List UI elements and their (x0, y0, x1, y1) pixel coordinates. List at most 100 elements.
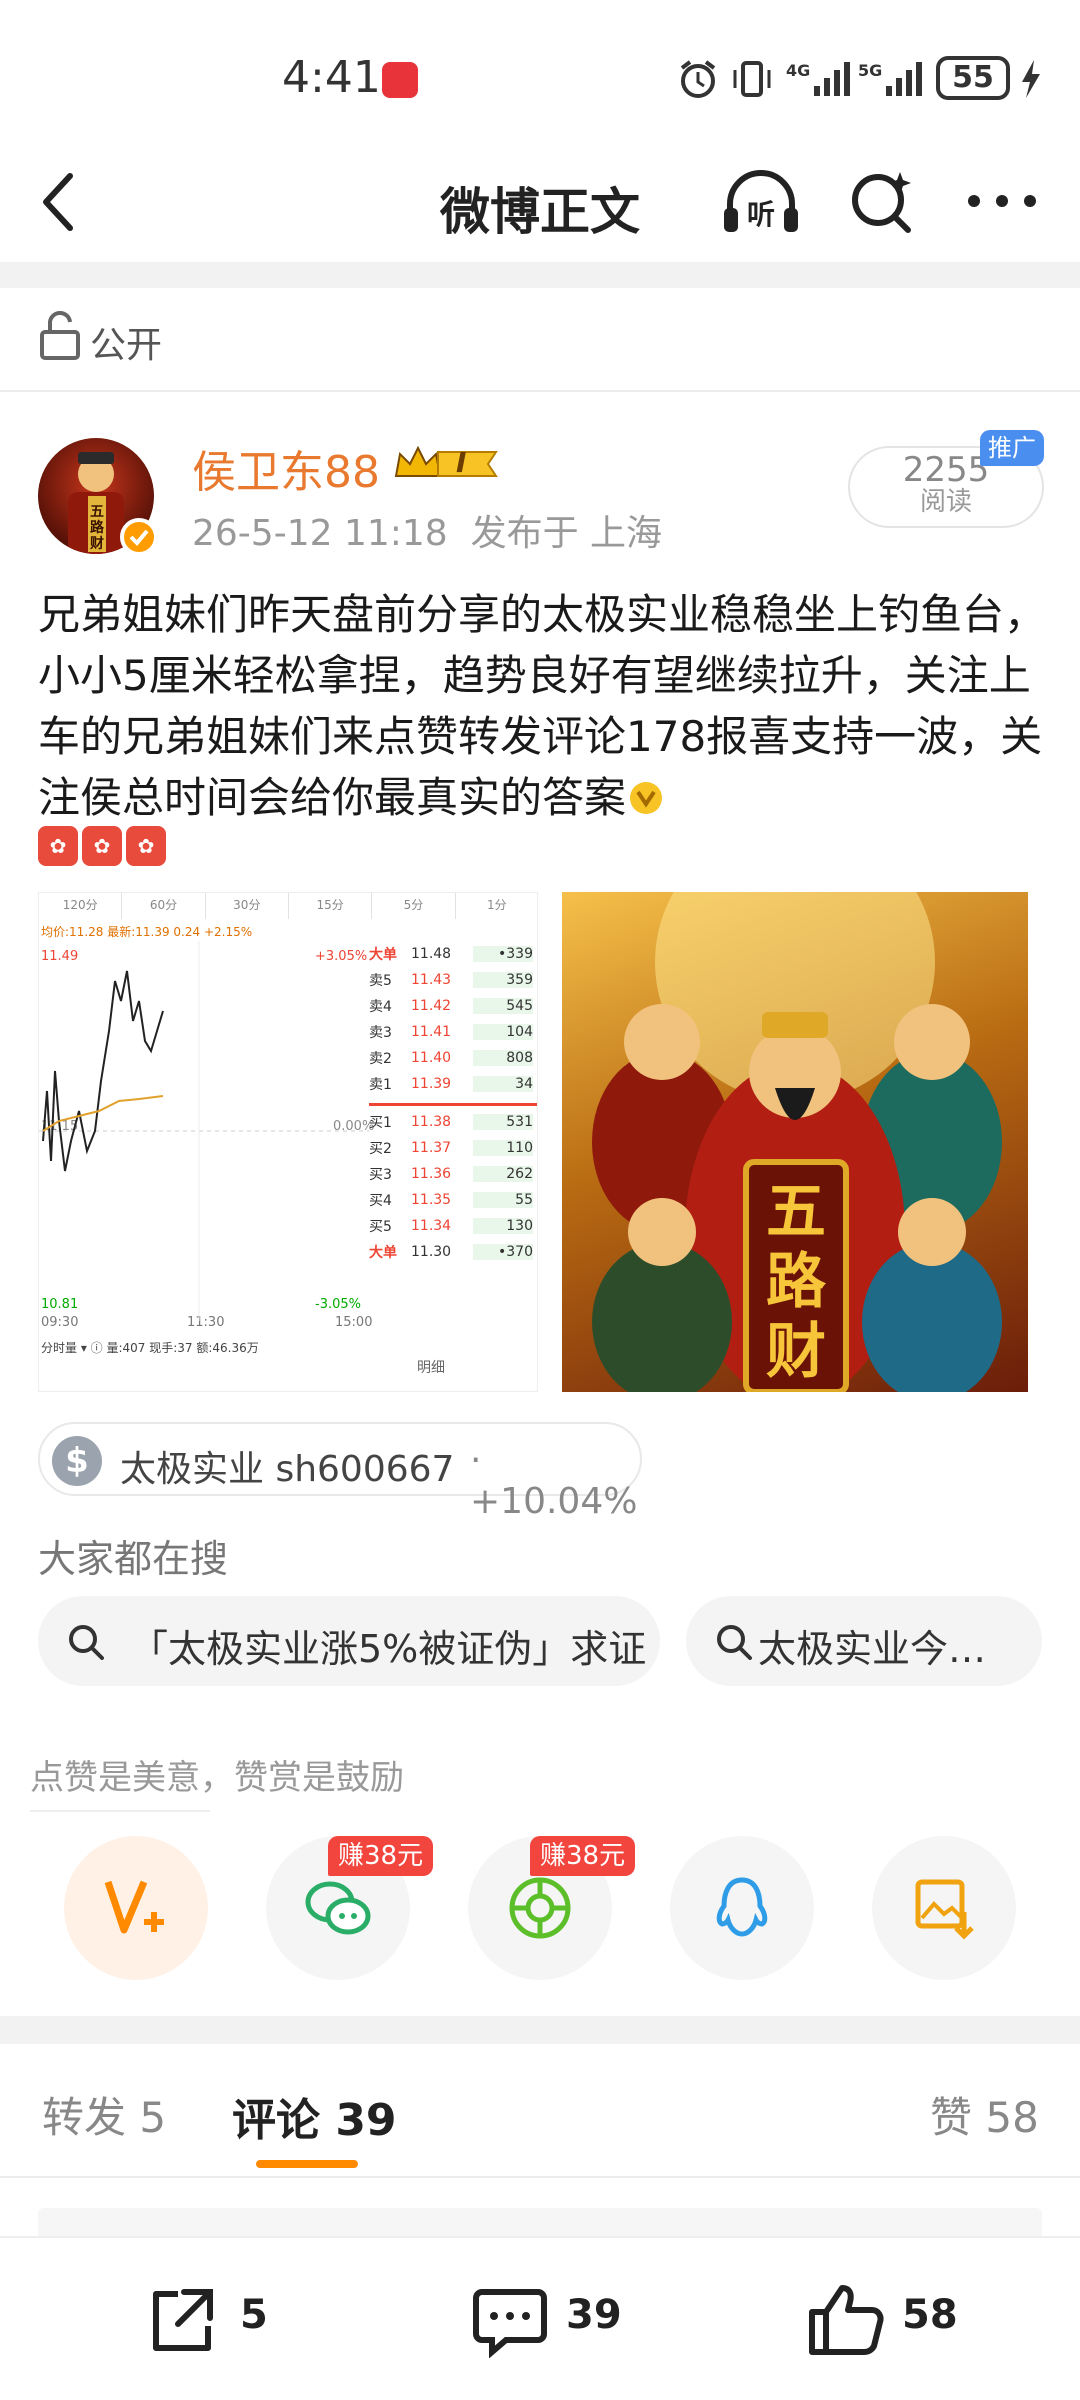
crown-icon (394, 445, 498, 477)
reward-prompt: 点赞是美意，赞赏是鼓励 (30, 1758, 404, 1798)
search-icon[interactable] (846, 166, 916, 236)
status-bar: 4:41 4G 5G 55 (0, 0, 1080, 150)
intraday-line-chart (39, 941, 369, 1321)
search-suggestion[interactable]: 「太极实业涨5%被证伪」求证 (38, 1596, 660, 1686)
period-tab: 60分 (122, 893, 206, 919)
order-row: 买5 11.34 130 (369, 1218, 533, 1235)
unlock-icon (40, 311, 80, 360)
detail-label: 明细 (417, 1360, 445, 1376)
battery-icon: 55 (936, 56, 1010, 100)
post-date: 26-5-12 11:18 (192, 513, 448, 554)
svg-text:路: 路 (90, 519, 105, 536)
post-image-poster[interactable]: 五 路 财 (562, 892, 1028, 1392)
search-suggestion[interactable]: 太极实业今… (686, 1596, 1042, 1686)
emoji-icon: ✿ (126, 826, 166, 866)
order-row: 买3 11.36 262 (369, 1166, 533, 1183)
tab-like[interactable]: 赞 58 (930, 2084, 1039, 2145)
emoji-row: ✿ ✿ ✿ (38, 826, 170, 866)
order-row: 卖3 11.41 104 (369, 1024, 533, 1041)
comment-count[interactable]: 39 (566, 2292, 622, 2338)
poster-illustration: 五 路 财 (592, 892, 1002, 1392)
period-tab: 1分 (456, 893, 537, 919)
order-row: 卖4 11.42 545 (369, 998, 533, 1015)
chart-period-tabs: 120分 60分 30分 15分 5分 1分 (39, 893, 537, 919)
svg-text:财: 财 (89, 535, 104, 552)
avg-price-line: 均价:11.28 最新:11.39 0.24 +2.15% (41, 925, 253, 939)
status-time: 4:41 (282, 52, 381, 103)
like-count[interactable]: 58 (902, 2292, 958, 2338)
comment-placeholder (38, 2208, 1042, 2238)
search-suggestion-text: 「太极实业涨5%被证伪」求证 (130, 1627, 647, 1671)
repost-icon[interactable] (144, 2282, 220, 2358)
earn-badge: 赚38元 (530, 1836, 636, 1876)
volume-footer: 分时量 ▾ ⓘ 量:407 现手:37 额:46.36万 (41, 1341, 259, 1355)
period-tab: 15分 (289, 893, 373, 919)
reward-button[interactable] (64, 1836, 208, 1980)
stock-tag[interactable]: $ 太极实业 sh600667 · +10.04% (38, 1422, 642, 1522)
dollar-icon: $ (52, 1436, 102, 1486)
promo-badge: 推广 (980, 430, 1044, 466)
svg-text:4G: 4G (786, 61, 810, 80)
emoji-icon: ✿ (82, 826, 122, 866)
tab-active-indicator (256, 2160, 358, 2168)
v-plus-icon (104, 1880, 164, 1934)
signal-4g-icon: 4G (786, 61, 850, 96)
period-tab: 120分 (39, 893, 123, 919)
search-icon (69, 1625, 104, 1660)
post-text: 兄弟姐妹们昨天盘前分享的太极实业稳稳坐上钓鱼台，小小5厘米轻松拿捏，趋势良好有望… (38, 584, 1048, 828)
poster-text: 路 (766, 1247, 827, 1317)
level-label: I (456, 446, 467, 479)
repost-count[interactable]: 5 (240, 2292, 268, 2338)
stock-name: 太极实业 sh600667 (120, 1449, 455, 1490)
period-tab: 5分 (372, 893, 456, 919)
page-title: 微博正文 (440, 183, 640, 241)
search-section-title: 大家都在搜 (38, 1537, 229, 1581)
tab-comment[interactable]: 评论 39 (232, 2084, 397, 2148)
charging-icon (1022, 60, 1040, 98)
wechat-icon (305, 1881, 371, 1935)
order-row: 卖1 11.39 34 (369, 1076, 533, 1093)
svg-text:5G: 5G (858, 61, 882, 80)
search-suggestion-text: 太极实业今… (758, 1627, 987, 1671)
order-row: 大单 11.30 •370 (369, 1244, 533, 1261)
divider (0, 2176, 1080, 2178)
save-image-icon (915, 1879, 974, 1940)
divider (30, 1810, 210, 1812)
svg-text:五: 五 (90, 504, 104, 520)
signal-5g-icon: 5G (858, 61, 922, 96)
post-meta: 26-5-12 11:18 发布于 上海 (192, 504, 662, 556)
period-tab: 30分 (206, 893, 289, 919)
comment-icon[interactable] (470, 2282, 550, 2358)
share-qq-button[interactable] (670, 1836, 814, 1980)
alarm-icon (680, 60, 716, 98)
order-row: 买4 11.35 55 (369, 1192, 533, 1209)
vip-level-badge[interactable]: I (392, 442, 504, 486)
tab-repost[interactable]: 转发 5 (42, 2084, 166, 2145)
read-label: 阅读 (919, 487, 972, 517)
author-name[interactable]: 侯卫东88 (192, 436, 380, 500)
stock-change: · +10.04% (470, 1440, 638, 1522)
moments-icon (509, 1877, 571, 1939)
order-book: 大单 11.48 •339 卖5 11.43 359 卖4 11.42 545 卖3 11.4… (369, 941, 537, 1265)
divider (0, 2016, 1080, 2044)
order-row: 卖2 11.40 808 (369, 1050, 533, 1067)
save-image-button[interactable] (872, 1836, 1016, 1980)
poster-text: 五 (766, 1177, 826, 1247)
vibrate-icon (733, 61, 771, 97)
emoji-icon: ✿ (38, 826, 78, 866)
post-location: 发布于 上海 (470, 513, 663, 554)
notification-icon (382, 62, 418, 98)
listen-icon[interactable]: 听 (718, 164, 804, 240)
order-row: 买1 11.38 531 (369, 1114, 533, 1131)
poster-text: 财 (766, 1317, 826, 1387)
more-icon[interactable] (962, 186, 1042, 216)
post-image-stock-chart[interactable]: 120分 60分 30分 15分 5分 1分 均价:11.28 最新:11.39… (38, 892, 538, 1392)
divider (0, 390, 1080, 392)
money-down-emoji-icon (630, 782, 663, 814)
order-row: 卖5 11.43 359 (369, 972, 533, 989)
order-row: 买2 11.37 110 (369, 1140, 533, 1157)
like-icon[interactable] (806, 2282, 886, 2358)
visibility-label: 公开 (90, 325, 163, 366)
verified-badge-icon (120, 518, 158, 556)
post-body: 兄弟姐妹们昨天盘前分享的太极实业稳稳坐上钓鱼台，小小5厘米轻松拿捏，趋势良好有望… (38, 590, 1047, 822)
